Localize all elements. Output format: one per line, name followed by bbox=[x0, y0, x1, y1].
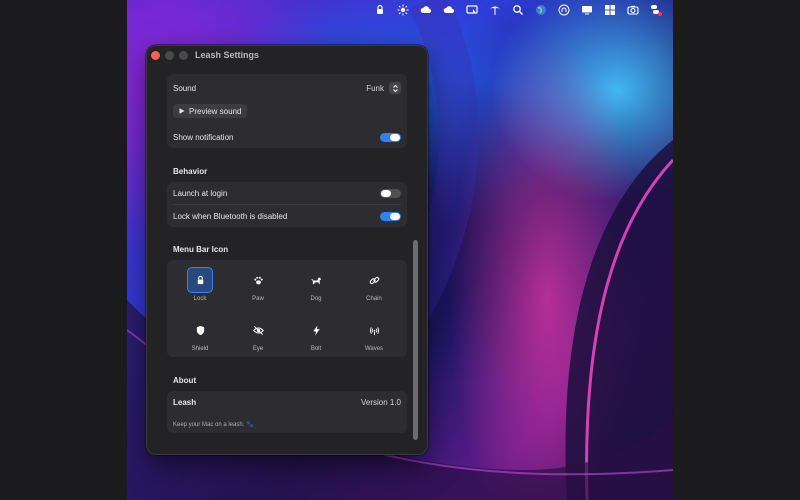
dog-icon bbox=[310, 277, 321, 284]
icon-option-lock[interactable]: Lock bbox=[171, 267, 229, 311]
launch-at-login-label: Launch at login bbox=[173, 188, 228, 198]
window-title: Leash Settings bbox=[195, 50, 260, 60]
icon-option-eye[interactable]: Eye bbox=[229, 317, 287, 361]
preview-sound-label: Preview sound bbox=[189, 106, 242, 116]
bolt-icon bbox=[312, 324, 320, 336]
chevron-up-down-icon bbox=[389, 82, 401, 94]
cloud-icon[interactable] bbox=[414, 0, 437, 19]
camera-icon[interactable] bbox=[621, 0, 644, 19]
icon-label-bolt: Bolt bbox=[310, 346, 322, 352]
sound-group: Sound Funk Preview sound Show notificati… bbox=[167, 74, 407, 148]
screen-icon[interactable] bbox=[575, 0, 598, 19]
app-version: Version 1.0 bbox=[360, 397, 401, 407]
shield-icon bbox=[196, 325, 204, 335]
scrollbar-thumb[interactable] bbox=[413, 240, 418, 440]
sound-row: Sound Funk bbox=[167, 77, 407, 99]
behavior-section-title: Behavior bbox=[173, 167, 208, 176]
icon-label-dog: Dog bbox=[310, 296, 322, 302]
sound-label: Sound bbox=[173, 83, 197, 93]
grid-icon[interactable] bbox=[598, 0, 621, 19]
lock-bluetooth-row: Lock when Bluetooth is disabled bbox=[167, 205, 407, 227]
sound-popup[interactable]: Funk bbox=[366, 82, 401, 94]
title-bar[interactable]: Leash Settings bbox=[147, 46, 427, 68]
waves-icon bbox=[369, 326, 379, 335]
icon-label-paw: Paw bbox=[252, 296, 264, 302]
app-name: Leash bbox=[173, 397, 197, 407]
preview-sound-button[interactable]: Preview sound bbox=[173, 104, 248, 118]
sun-icon[interactable] bbox=[391, 0, 414, 19]
play-icon bbox=[179, 108, 185, 114]
app-tagline: Keep your Mac on a leash. 🐾 bbox=[173, 422, 254, 428]
chain-icon bbox=[369, 276, 379, 284]
icon-option-shield[interactable]: Shield bbox=[171, 317, 229, 361]
paw-icon bbox=[253, 276, 263, 284]
zoom-button[interactable] bbox=[179, 51, 188, 60]
close-button[interactable] bbox=[151, 51, 160, 60]
palm-icon[interactable] bbox=[483, 0, 506, 19]
launch-at-login-toggle[interactable] bbox=[380, 188, 401, 198]
behavior-group: Launch at login Lock when Bluetooth is d… bbox=[167, 182, 407, 227]
icon-label-shield: Shield bbox=[191, 346, 209, 352]
sound-value: Funk bbox=[366, 83, 384, 93]
settings-content: Sound Funk Preview sound Show notificati… bbox=[147, 74, 427, 454]
search-icon[interactable] bbox=[506, 0, 529, 19]
lock-bluetooth-toggle[interactable] bbox=[380, 211, 401, 221]
icon-label-eye: Eye bbox=[252, 346, 264, 352]
icon-option-dog[interactable]: Dog bbox=[287, 267, 345, 311]
lock-icon bbox=[197, 275, 203, 284]
control-center-icon[interactable] bbox=[644, 0, 667, 19]
icon-label-chain: Chain bbox=[366, 296, 382, 302]
menu-bar-icon-section-title: Menu Bar Icon bbox=[173, 245, 229, 254]
show-notification-toggle[interactable] bbox=[380, 132, 401, 142]
launch-at-login-row: Launch at login bbox=[167, 182, 407, 204]
menu-bar bbox=[127, 0, 673, 19]
about-group: Leash Version 1.0 Keep your Mac on a lea… bbox=[167, 391, 407, 433]
icon-option-waves[interactable]: Waves bbox=[345, 317, 403, 361]
siri-icon[interactable] bbox=[552, 0, 575, 19]
icon-option-bolt[interactable]: Bolt bbox=[287, 317, 345, 361]
eye-icon bbox=[252, 325, 264, 335]
show-notification-label: Show notification bbox=[173, 132, 234, 142]
icon-label-waves: Waves bbox=[364, 346, 384, 352]
show-notification-row: Show notification bbox=[167, 126, 407, 148]
lock-bluetooth-label: Lock when Bluetooth is disabled bbox=[173, 211, 288, 221]
display-icon[interactable] bbox=[460, 0, 483, 19]
icon-label-lock: Lock bbox=[193, 296, 207, 302]
icon-option-paw[interactable]: Paw bbox=[229, 267, 287, 311]
settings-window: Leash Settings Sound Funk Preview sound … bbox=[146, 45, 428, 455]
about-section-title: About bbox=[173, 376, 197, 385]
about-app-row: Leash Version 1.0 bbox=[167, 391, 407, 413]
icon-option-chain[interactable]: Chain bbox=[345, 267, 403, 311]
cloud-icon[interactable] bbox=[437, 0, 460, 19]
globe-icon[interactable] bbox=[529, 0, 552, 19]
icon-picker-grid: Lock Paw Dog Chain Shield Eye Bolt Waves bbox=[167, 267, 407, 365]
minimize-button[interactable] bbox=[165, 51, 174, 60]
scrollbar[interactable] bbox=[413, 74, 418, 444]
lock-icon[interactable] bbox=[368, 0, 391, 19]
